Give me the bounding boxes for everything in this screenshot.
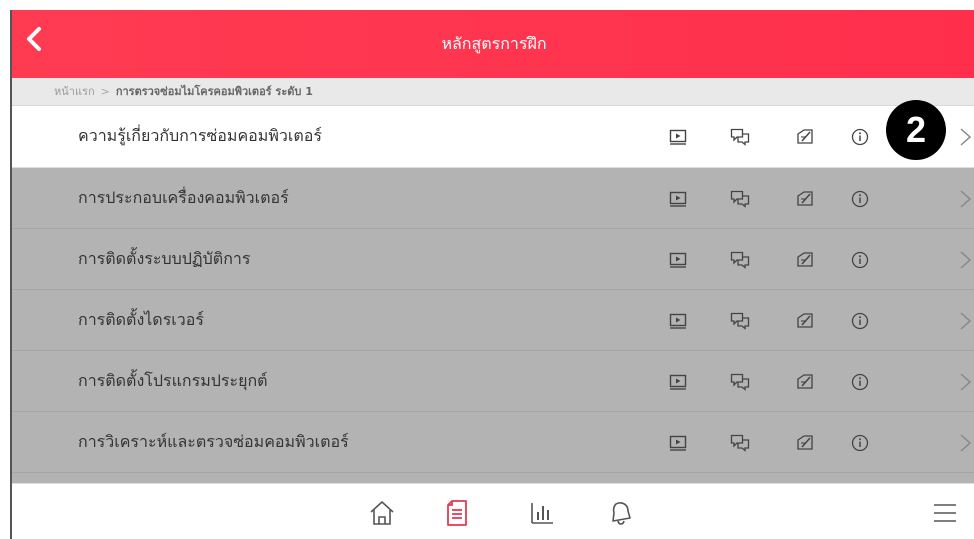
course-row[interactable]: การติดตั้งระบบปฏิบัติการ	[12, 229, 974, 290]
bell-icon	[612, 502, 631, 525]
chat-icon[interactable]	[729, 249, 751, 271]
menu-icon	[934, 504, 956, 522]
chat-icon[interactable]	[729, 371, 751, 393]
write-icon[interactable]	[795, 188, 817, 210]
breadcrumb-home[interactable]: หน้าแรก	[54, 85, 95, 98]
video-icon[interactable]	[667, 371, 689, 393]
chat-icon[interactable]	[729, 310, 751, 332]
tab-menu[interactable]	[930, 498, 960, 528]
chevron-right-icon[interactable]	[958, 126, 972, 148]
chart-icon	[531, 503, 553, 524]
tab-documents[interactable]	[442, 498, 472, 528]
video-icon[interactable]	[667, 126, 689, 148]
video-icon[interactable]	[667, 432, 689, 454]
info-icon[interactable]	[849, 432, 871, 454]
info-icon[interactable]	[849, 310, 871, 332]
breadcrumb: หน้าแรก > การตรวจซ่อมไมโครคอมพิวเตอร์ ระดั…	[12, 78, 974, 106]
write-icon[interactable]	[795, 249, 817, 271]
info-icon[interactable]	[849, 249, 871, 271]
tab-notifications[interactable]	[606, 498, 636, 528]
write-icon[interactable]	[795, 371, 817, 393]
chevron-right-icon[interactable]	[958, 249, 972, 271]
video-icon[interactable]	[667, 249, 689, 271]
tab-home[interactable]	[367, 498, 397, 528]
video-icon[interactable]	[667, 310, 689, 332]
course-label: การติดตั้งไดรเวอร์	[78, 310, 204, 329]
chevron-right-icon[interactable]	[958, 310, 972, 332]
info-icon[interactable]	[849, 371, 871, 393]
home-icon	[370, 501, 394, 525]
course-label: การวิเคราะห์และตรวจซ่อมคอมพิวเตอร์	[78, 432, 349, 451]
page-title: หลักสูตรการฝึก	[441, 34, 547, 53]
write-icon[interactable]	[795, 432, 817, 454]
course-row[interactable]: การประกอบเครื่องคอมพิวเตอร์	[12, 168, 974, 229]
course-row[interactable]: การติดตั้งโปรแกรมประยุกต์	[12, 351, 974, 412]
header-bar: หลักสูตรการฝึก	[12, 10, 974, 78]
info-icon[interactable]	[849, 188, 871, 210]
document-icon	[447, 500, 467, 526]
info-icon[interactable]	[849, 126, 871, 148]
chevron-right-icon[interactable]	[958, 188, 972, 210]
app-frame: หลักสูตรการฝึก หน้าแรก > การตรวจซ่อมไมโครค…	[10, 10, 974, 539]
course-label: การติดตั้งโปรแกรมประยุกต์	[78, 371, 268, 390]
course-row[interactable]: ความรู้เกี่ยวกับการซ่อมคอมพิวเตอร์	[12, 106, 974, 168]
course-label: การติดตั้งระบบปฏิบัติการ	[78, 249, 251, 268]
write-icon[interactable]	[795, 310, 817, 332]
chat-icon[interactable]	[729, 432, 751, 454]
tab-statistics[interactable]	[527, 498, 557, 528]
chevron-right-icon[interactable]	[958, 432, 972, 454]
video-icon[interactable]	[667, 188, 689, 210]
course-label: ความรู้เกี่ยวกับการซ่อมคอมพิวเตอร์	[78, 126, 322, 145]
chat-icon[interactable]	[729, 126, 751, 148]
chevron-right-icon[interactable]	[958, 371, 972, 393]
course-row[interactable]: การติดตั้งไดรเวอร์	[12, 290, 974, 351]
course-label: การประกอบเครื่องคอมพิวเตอร์	[78, 188, 289, 207]
write-icon[interactable]	[795, 126, 817, 148]
step-number-badge: 2	[886, 100, 946, 160]
bottom-tab-bar	[12, 483, 974, 539]
course-list: ความรู้เกี่ยวกับการซ่อมคอมพิวเตอร์ การปร…	[12, 106, 974, 473]
breadcrumb-separator: >	[100, 85, 110, 98]
breadcrumb-current: การตรวจซ่อมไมโครคอมพิวเตอร์ ระดับ 1	[115, 85, 313, 98]
chat-icon[interactable]	[729, 188, 751, 210]
course-row[interactable]: การวิเคราะห์และตรวจซ่อมคอมพิวเตอร์	[12, 412, 974, 473]
